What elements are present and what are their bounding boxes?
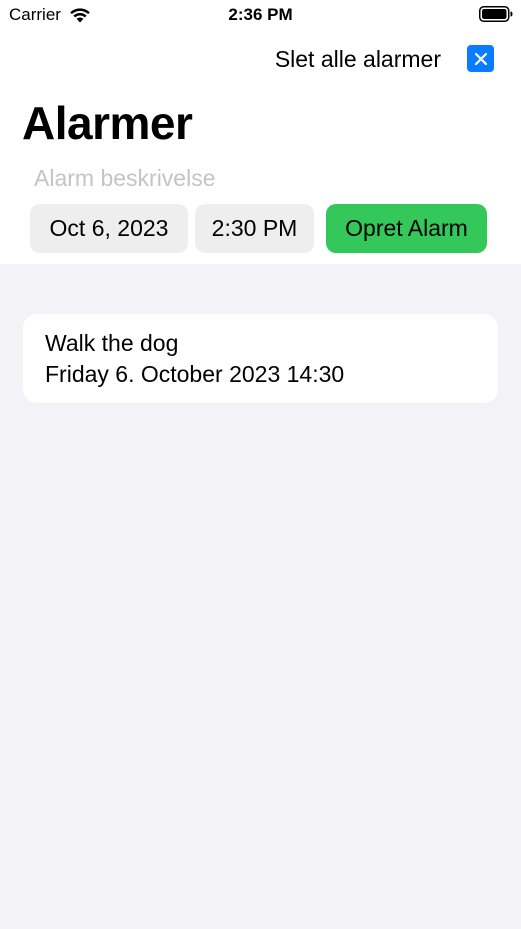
alarm-title: Walk the dog (45, 330, 179, 356)
time-picker-button[interactable]: 2:30 PM (195, 204, 314, 253)
alarm-description-input[interactable] (34, 161, 494, 195)
create-alarm-button[interactable]: Opret Alarm (326, 204, 487, 253)
header-area: Carrier 2:36 PM Slet alle alarmer Alarme… (0, 0, 521, 264)
time-picker-value: 2:30 PM (211, 215, 298, 241)
date-picker-button[interactable]: Oct 6, 2023 (30, 204, 188, 253)
delete-all-alarms-button[interactable]: Slet alle alarmer (275, 44, 441, 74)
alarm-datetime: Friday 6. October 2023 14:30 (45, 361, 345, 387)
create-alarm-label: Opret Alarm (345, 215, 468, 241)
close-icon (474, 52, 487, 65)
status-time: 2:36 PM (228, 5, 293, 24)
alarm-list-item[interactable]: Walk the dog Friday 6. October 2023 14:3… (23, 314, 498, 403)
close-button[interactable] (467, 45, 494, 72)
battery-icon (479, 6, 513, 22)
page-title: Alarmer (22, 97, 193, 149)
date-picker-value: Oct 6, 2023 (49, 215, 169, 241)
